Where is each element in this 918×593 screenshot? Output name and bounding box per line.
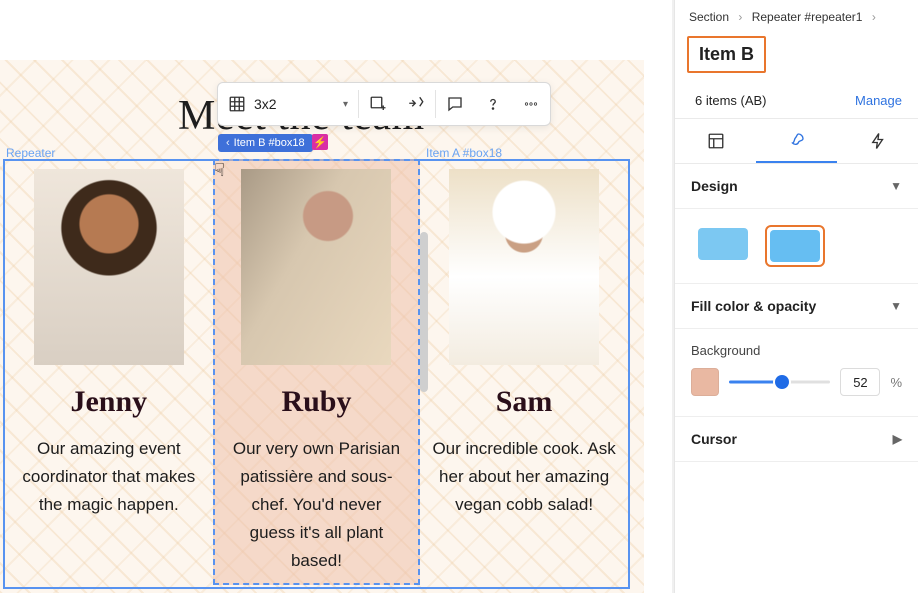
repeater-item-a[interactable]: Sam Our incredible cook. Ask her about h… [420, 161, 628, 587]
selection-tag-item-b[interactable]: Item B #box18 [218, 134, 313, 152]
more-icon [522, 95, 540, 113]
percent-label: % [890, 375, 902, 390]
switch-icon [407, 95, 425, 113]
tab-interactions[interactable] [837, 119, 918, 163]
inspector-tabs [675, 118, 918, 164]
comment-icon [446, 95, 464, 113]
team-desc: Our incredible cook. Ask her about her a… [426, 435, 622, 519]
bolt-icon [869, 132, 887, 150]
brush-icon [788, 131, 806, 149]
add-item-icon [369, 95, 387, 113]
team-photo[interactable] [241, 169, 391, 365]
help-icon [484, 95, 502, 113]
inspector-panel: Section › Repeater #repeater1 › Item B 6… [674, 0, 918, 593]
selection-title: Item B [687, 36, 766, 73]
preset-swatch-2-selected[interactable] [765, 225, 825, 267]
grid-icon [228, 95, 246, 113]
tab-design[interactable] [756, 119, 837, 163]
section-fill[interactable]: Fill color & opacity ▼ [675, 284, 918, 329]
repeater[interactable]: Jenny Our amazing event coordinator that… [3, 159, 630, 589]
team-desc: Our very own Parisian patissière and sou… [221, 435, 413, 575]
chevron-right-icon: › [866, 10, 882, 24]
opacity-slider[interactable] [729, 372, 830, 392]
editor-canvas[interactable]: Meet the team 3x2 ▾ Repea [0, 0, 672, 593]
breadcrumb-section[interactable]: Section [689, 10, 729, 24]
manage-items-link[interactable]: Manage [855, 93, 902, 108]
team-photo[interactable] [34, 169, 184, 365]
dynamic-data-icon[interactable]: ⚡ [312, 134, 328, 150]
tab-layout[interactable] [675, 119, 756, 163]
section-design[interactable]: Design ▼ [675, 164, 918, 209]
items-count-label: 6 items (AB) [695, 93, 767, 108]
grid-layout-select[interactable]: 3x2 ▾ [218, 83, 358, 125]
background-label: Background [691, 343, 902, 358]
breadcrumb[interactable]: Section › Repeater #repeater1 › [675, 0, 918, 28]
help-button[interactable] [474, 83, 512, 125]
chevron-right-icon: ▶ [893, 432, 902, 446]
breadcrumb-repeater[interactable]: Repeater #repeater1 [752, 10, 863, 24]
team-desc: Our amazing event coordinator that makes… [11, 435, 207, 519]
chevron-down-icon: ▾ [343, 99, 348, 110]
background-color-swatch[interactable] [691, 368, 719, 396]
slider-thumb[interactable] [775, 375, 789, 389]
team-name: Jenny [11, 385, 207, 419]
team-name: Ruby [221, 385, 413, 419]
grid-layout-value: 3x2 [254, 96, 277, 112]
comments-button[interactable] [436, 83, 474, 125]
section-cursor[interactable]: Cursor ▶ [675, 417, 918, 462]
layout-icon [707, 132, 725, 150]
design-presets [675, 209, 918, 284]
more-button[interactable] [512, 83, 550, 125]
repeater-item-b-selected[interactable]: Ruby Our very own Parisian patissière an… [213, 159, 421, 585]
selection-tag-item-a[interactable]: Item A #box18 [426, 146, 502, 160]
chevron-down-icon: ▼ [890, 299, 902, 313]
opacity-value-input[interactable]: 52 [840, 368, 880, 396]
preset-swatch-1[interactable] [695, 225, 751, 267]
team-photo[interactable] [449, 169, 599, 365]
add-item-button[interactable] [359, 83, 397, 125]
team-name: Sam [426, 385, 622, 419]
repeater-item-a[interactable]: Jenny Our amazing event coordinator that… [5, 161, 213, 587]
chevron-right-icon: › [732, 10, 748, 24]
repeater-label[interactable]: Repeater [6, 146, 55, 160]
switch-item-button[interactable] [397, 83, 435, 125]
chevron-down-icon: ▼ [890, 179, 902, 193]
repeater-toolbar: 3x2 ▾ [217, 82, 551, 126]
